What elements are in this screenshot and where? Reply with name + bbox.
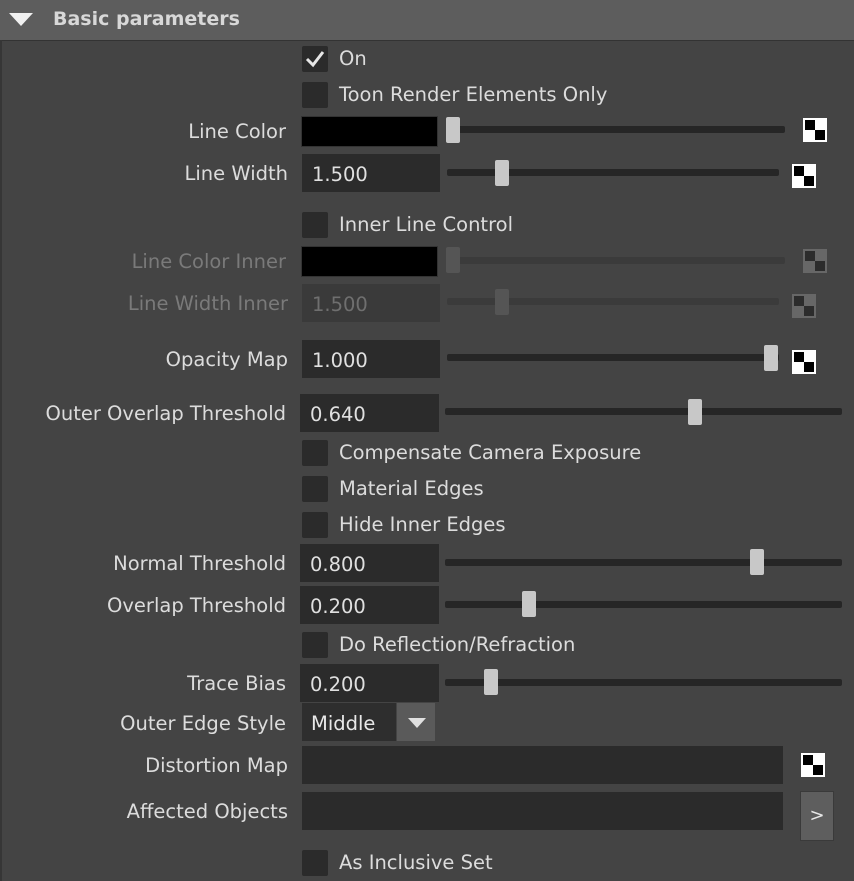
chevron-down-icon <box>408 718 426 728</box>
hide-inner-edges-checkbox[interactable] <box>302 512 328 538</box>
distortion-map-field[interactable] <box>302 746 783 784</box>
affected-objects-label: Affected Objects <box>126 800 288 823</box>
normal-threshold-field[interactable]: 0.800 <box>300 544 439 582</box>
trace-bias-field[interactable]: 0.200 <box>300 664 439 702</box>
line-color-inner-swatch <box>301 246 438 277</box>
do-reflection-refraction-label: Do Reflection/Refraction <box>339 633 576 656</box>
inner-line-control-checkbox[interactable] <box>302 212 328 238</box>
line-width-label: Line Width <box>184 162 289 185</box>
trace-bias-slider-thumb[interactable] <box>484 669 498 695</box>
line-color-map-icon[interactable] <box>803 118 827 142</box>
line-width-map-icon[interactable] <box>792 164 816 188</box>
normal-threshold-slider-thumb[interactable] <box>750 549 764 575</box>
on-label: On <box>339 47 367 70</box>
line-width-inner-slider-thumb <box>495 289 509 315</box>
as-inclusive-set-label: As Inclusive Set <box>339 851 493 874</box>
outer-overlap-threshold-field[interactable]: 0.640 <box>300 394 439 432</box>
line-color-swatch[interactable] <box>301 116 438 147</box>
opacity-map-field[interactable]: 1.000 <box>302 340 440 378</box>
line-color-inner-slider-track <box>447 257 785 264</box>
outer-edge-style-dropdown-button[interactable] <box>397 703 435 741</box>
inner-line-control-label: Inner Line Control <box>339 213 514 236</box>
opacity-map-map-icon[interactable] <box>792 350 816 374</box>
line-color-inner-slider-thumb <box>446 247 460 273</box>
outer-overlap-threshold-slider-thumb[interactable] <box>688 399 702 425</box>
opacity-map-slider-track[interactable] <box>447 354 779 361</box>
toon-render-elements-only-checkbox[interactable] <box>302 82 328 108</box>
line-color-inner-label: Line Color Inner <box>131 250 286 273</box>
line-width-inner-map-icon <box>792 294 816 318</box>
overlap-threshold-slider-thumb[interactable] <box>522 591 536 617</box>
as-inclusive-set-checkbox[interactable] <box>302 850 328 876</box>
distortion-map-map-icon[interactable] <box>801 753 825 777</box>
opacity-map-slider-thumb[interactable] <box>764 345 778 371</box>
outer-edge-style-dropdown[interactable]: Middle <box>302 703 396 741</box>
panel-border <box>0 40 2 881</box>
opacity-map-label: Opacity Map <box>165 348 288 371</box>
outer-overlap-threshold-slider-track[interactable] <box>445 408 842 415</box>
trace-bias-label: Trace Bias <box>187 672 286 695</box>
collapse-triangle-icon[interactable] <box>9 13 33 26</box>
compensate-camera-exposure-checkbox[interactable] <box>302 440 328 466</box>
line-color-label: Line Color <box>188 120 286 143</box>
overlap-threshold-field[interactable]: 0.200 <box>300 586 439 624</box>
line-width-field[interactable]: 1.500 <box>302 154 440 192</box>
material-edges-checkbox[interactable] <box>302 476 328 502</box>
overlap-threshold-label: Overlap Threshold <box>107 594 286 617</box>
trace-bias-slider-track[interactable] <box>445 679 842 686</box>
toon-render-elements-only-label: Toon Render Elements Only <box>339 83 608 106</box>
line-color-slider-track[interactable] <box>447 126 785 133</box>
outer-edge-style-label: Outer Edge Style <box>120 712 286 735</box>
normal-threshold-slider-track[interactable] <box>445 559 842 566</box>
normal-threshold-label: Normal Threshold <box>113 552 286 575</box>
material-edges-label: Material Edges <box>339 477 484 500</box>
line-width-slider-thumb[interactable] <box>495 160 509 186</box>
section-title: Basic parameters <box>53 8 240 30</box>
checkmark-icon <box>305 51 325 68</box>
affected-objects-select-button[interactable]: > <box>800 791 834 841</box>
on-checkbox[interactable] <box>302 46 328 72</box>
line-color-inner-map-icon <box>803 249 827 273</box>
line-color-slider-thumb[interactable] <box>446 117 460 143</box>
affected-objects-field[interactable] <box>302 792 783 830</box>
line-width-inner-field: 1.500 <box>302 284 440 322</box>
distortion-map-label: Distortion Map <box>145 754 288 777</box>
hide-inner-edges-label: Hide Inner Edges <box>339 513 506 536</box>
compensate-camera-exposure-label: Compensate Camera Exposure <box>339 441 642 464</box>
line-width-inner-label: Line Width Inner <box>127 292 288 315</box>
overlap-threshold-slider-track[interactable] <box>445 601 842 608</box>
outer-overlap-threshold-label: Outer Overlap Threshold <box>45 402 286 425</box>
do-reflection-refraction-checkbox[interactable] <box>302 632 328 658</box>
